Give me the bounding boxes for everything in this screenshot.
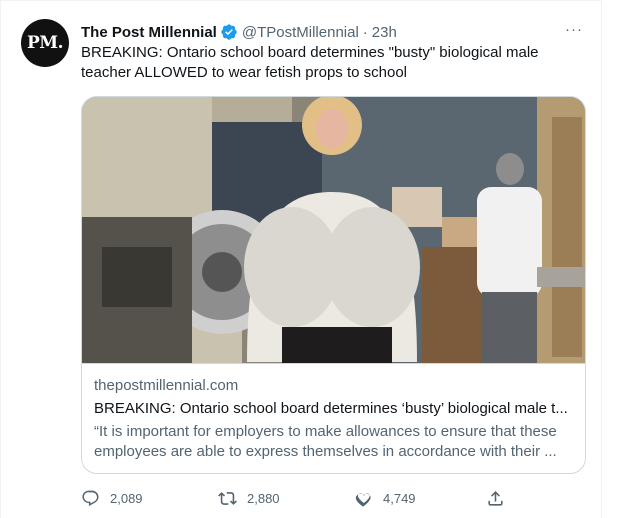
reply-count: 2,089 xyxy=(110,490,143,506)
share-icon xyxy=(488,490,503,506)
display-name[interactable]: The Post Millennial xyxy=(81,24,217,41)
tweet-text: BREAKING: Ontario school board determine… xyxy=(81,43,581,83)
verified-badge-icon xyxy=(221,24,237,40)
card-title: BREAKING: Ontario school board determine… xyxy=(94,400,568,417)
retweet-icon xyxy=(218,491,237,505)
card-image[interactable] xyxy=(82,97,586,364)
retweet-count: 2,880 xyxy=(247,490,280,506)
reply-icon xyxy=(82,490,99,506)
handle[interactable]: @TPostMillennial xyxy=(242,24,359,41)
reply-button[interactable]: 2,089 xyxy=(81,489,143,508)
link-card[interactable]: thepostmillennial.com BREAKING: Ontario … xyxy=(81,96,586,474)
tweet-text-line: BREAKING: Ontario school board determine… xyxy=(81,44,539,61)
retweet-button[interactable]: 2,880 xyxy=(218,489,280,508)
like-button[interactable]: 4,749 xyxy=(354,489,416,508)
share-button[interactable] xyxy=(486,489,515,508)
more-icon[interactable]: ··· xyxy=(565,21,583,38)
tweet-text-line: teacher ALLOWED to wear fetish props to … xyxy=(81,64,407,81)
like-count: 4,749 xyxy=(383,490,416,506)
timestamp[interactable]: 23h xyxy=(372,24,397,41)
card-description-line: employees are able to express themselves… xyxy=(94,443,557,460)
card-meta: thepostmillennial.com BREAKING: Ontario … xyxy=(94,376,573,462)
avatar[interactable]: PM. xyxy=(21,19,69,67)
like-icon xyxy=(355,492,371,507)
card-description: “It is important for employers to make a… xyxy=(94,422,573,462)
action-bar: 2,089 2,880 4,749 xyxy=(81,487,511,509)
card-domain: thepostmillennial.com xyxy=(94,377,239,394)
card-description-line: “It is important for employers to make a… xyxy=(94,423,557,440)
separator-dot: · xyxy=(362,23,368,41)
tweet-header: The Post Millennial @TPostMillennial · 2… xyxy=(81,21,583,43)
tweet[interactable]: PM. The Post Millennial @TPostMillennial… xyxy=(0,0,602,518)
